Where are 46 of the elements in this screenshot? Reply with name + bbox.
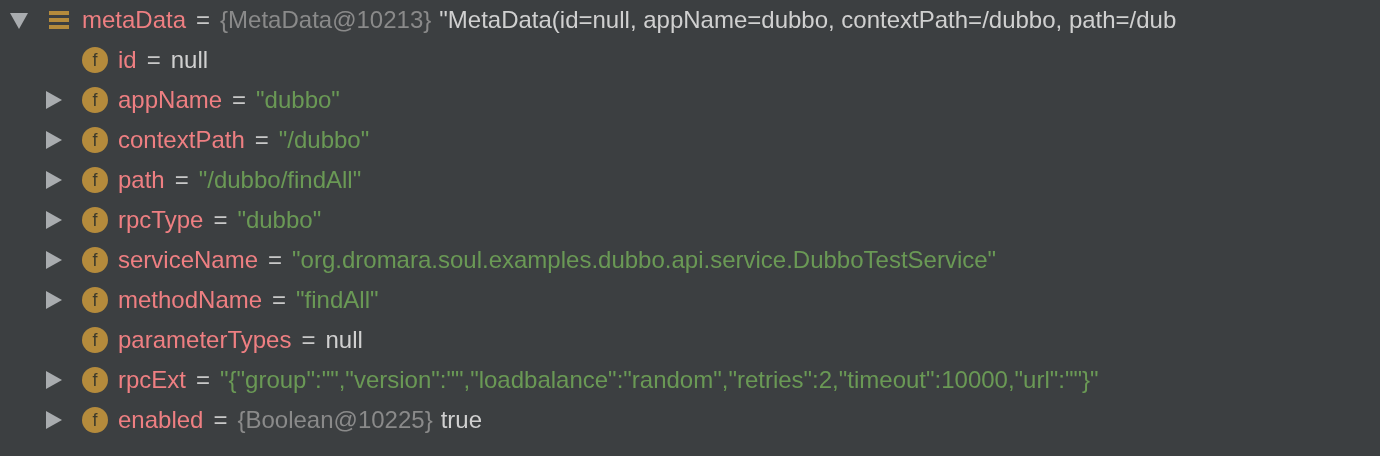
variable-name: appName <box>118 86 223 114</box>
variable-value: "org.dromara.soul.examples.dubbo.api.service.DubboTestService" <box>292 246 997 274</box>
variable-value: "{"group":"","version":"","loadbalance":"random","retries":2,"timeout":10000,"url":""}" <box>220 366 1099 394</box>
field-icon: f <box>82 407 108 433</box>
field-icon: f <box>82 247 108 273</box>
field-icon: f <box>82 327 108 353</box>
field-icon: f <box>82 207 108 233</box>
field-icon: f <box>82 47 108 73</box>
variable-name: id <box>118 46 137 74</box>
variable-value: true <box>440 406 482 434</box>
equals-sign: = <box>301 326 316 354</box>
variable-name: parameterTypes <box>118 326 292 354</box>
variable-name: path <box>118 166 165 194</box>
equals-sign: = <box>268 246 283 274</box>
equals-sign: = <box>174 166 189 194</box>
variable-name: contextPath <box>118 126 245 154</box>
variable-name: methodName <box>118 286 263 314</box>
equals-sign: = <box>272 286 287 314</box>
variable-value: null <box>325 326 363 354</box>
variable-value: "findAll" <box>296 286 379 314</box>
variable-value: null <box>170 46 209 74</box>
variable-name: rpcExt <box>118 366 186 394</box>
field-icon: f <box>82 87 108 113</box>
variable-name: enabled <box>118 406 204 434</box>
equals-sign: = <box>213 406 228 434</box>
field-icon: f <box>82 367 108 393</box>
field-icon: f <box>82 167 108 193</box>
variable-name: rpcType <box>118 206 204 234</box>
field-icon: f <box>82 287 108 313</box>
type-tag: {MetaData@10213} <box>220 6 432 34</box>
variable-name: metaData <box>82 6 187 34</box>
variable-value: "/dubbo/findAll" <box>198 166 362 194</box>
object-icon <box>48 9 70 31</box>
variable-value: "/dubbo" <box>278 126 370 154</box>
equals-sign: = <box>232 86 247 114</box>
equals-sign: = <box>213 206 228 234</box>
variable-name: serviceName <box>118 246 259 274</box>
field-icon: f <box>82 127 108 153</box>
equals-sign: = <box>196 366 211 394</box>
equals-sign: = <box>254 126 269 154</box>
equals-sign: = <box>146 46 161 74</box>
variable-value: "MetaData(id=null, appName=dubbo, contextPath=/dubbo, path=/dub <box>439 6 1177 34</box>
variable-value: "dubbo" <box>237 206 322 234</box>
equals-sign: = <box>196 6 211 34</box>
variable-value: "dubbo" <box>256 86 340 114</box>
type-tag: {Boolean@10225} <box>237 406 433 434</box>
